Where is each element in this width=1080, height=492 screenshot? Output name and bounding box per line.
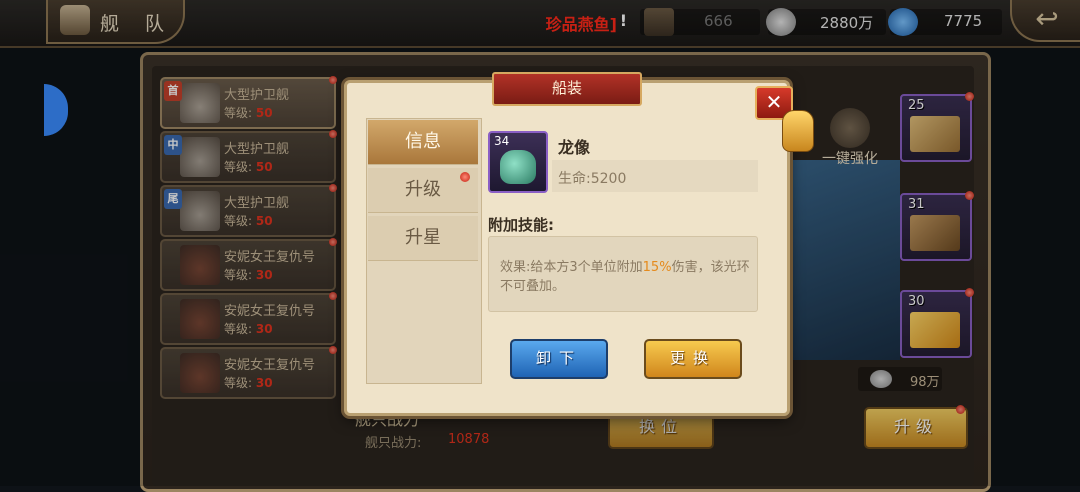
dialog-title: 船装 bbox=[492, 72, 642, 106]
notification-dot bbox=[460, 172, 470, 182]
skill-highlight: 15% bbox=[642, 260, 672, 275]
skill-description: 效果:给本方3个单位附加15%伤害，该光环不可叠加。 bbox=[500, 260, 750, 294]
pointer-hand-icon bbox=[782, 110, 814, 152]
item-level: 34 bbox=[494, 134, 510, 148]
unequip-button[interactable]: 卸下 bbox=[510, 339, 608, 379]
skill-title: 附加技能: bbox=[488, 216, 554, 234]
item-stat: 生命:5200 bbox=[558, 171, 627, 187]
tab-star-up[interactable]: 升星 bbox=[368, 216, 478, 261]
close-icon: ✕ bbox=[765, 90, 783, 114]
item-name: 龙像 bbox=[558, 138, 591, 157]
replace-button[interactable]: 更换 bbox=[644, 339, 742, 379]
tab-info[interactable]: 信息 bbox=[368, 120, 478, 165]
dragon-figurehead-icon bbox=[500, 150, 536, 184]
